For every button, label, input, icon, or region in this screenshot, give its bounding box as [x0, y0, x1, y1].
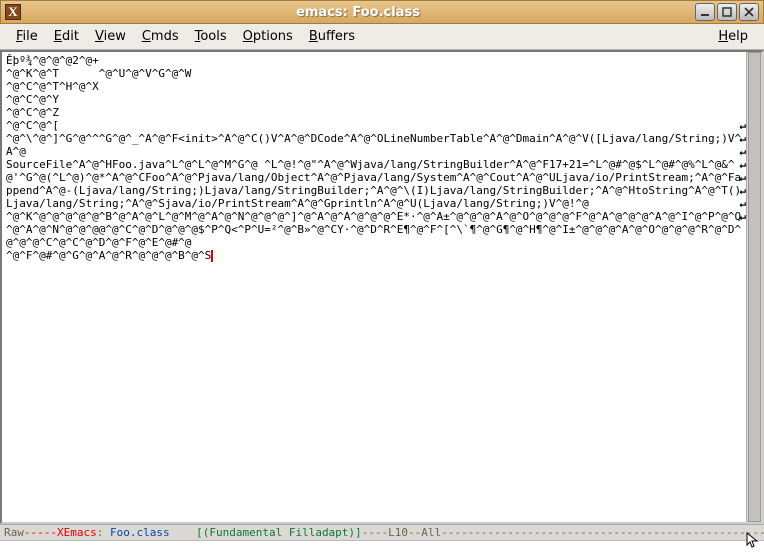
- scrollbar[interactable]: [746, 52, 762, 522]
- line-wrap-indicator: ↵: [739, 119, 746, 132]
- window-title: emacs: Foo.class: [25, 5, 691, 20]
- line-wrap-indicator: ↵: [739, 132, 746, 145]
- line-wrap-indicator: ↵: [739, 158, 746, 171]
- mode-line: Raw-----XEmacs: Foo.class [(Fundamental …: [0, 524, 764, 540]
- menu-cmds[interactable]: Cmds: [134, 26, 187, 47]
- line-wrap-indicator: ↵: [739, 171, 746, 184]
- menu-options[interactable]: Options: [235, 26, 301, 47]
- mode-sep: :: [97, 525, 110, 540]
- menu-edit[interactable]: Edit: [46, 26, 87, 47]
- line-wrap-indicator: ↵: [739, 184, 746, 197]
- minibuffer[interactable]: [0, 540, 764, 556]
- menu-view[interactable]: View: [87, 26, 134, 47]
- mode-coding-prefix: Raw: [4, 525, 24, 540]
- line-wrap-indicator: ↵: [739, 210, 746, 223]
- menu-file[interactable]: File: [8, 26, 46, 47]
- menu-bar: File Edit View Cmds Tools Options Buffer…: [0, 24, 764, 50]
- title-bar[interactable]: X emacs: Foo.class: [0, 0, 764, 24]
- menu-help[interactable]: Help: [710, 26, 756, 47]
- window: X emacs: Foo.class File Edit View Cmds T…: [0, 0, 764, 556]
- mode-spaces: [170, 525, 197, 540]
- mode-editor-name: XEmacs: [57, 525, 97, 540]
- maximize-button[interactable]: [717, 3, 737, 21]
- mode-suffix: ----L10--All----------------------------…: [362, 525, 764, 540]
- line-wrap-indicator: ↵: [739, 145, 746, 158]
- app-icon: X: [5, 4, 21, 20]
- menu-tools[interactable]: Tools: [187, 26, 235, 47]
- mode-major-modes: [(Fundamental Filladapt)]: [196, 525, 362, 540]
- window-controls: [695, 3, 759, 21]
- scroll-thumb[interactable]: [748, 52, 761, 522]
- minimize-button[interactable]: [695, 3, 715, 21]
- mode-file-name: Foo.class: [110, 525, 170, 540]
- line-wrap-indicator: ↵: [739, 197, 746, 210]
- menu-buffers[interactable]: Buffers: [301, 26, 363, 47]
- close-button[interactable]: [739, 3, 759, 21]
- mode-dashes: -----: [24, 525, 57, 540]
- content-area: Êþº¾^@^@^@2^@+ ^@^K^@^T ^@^U^@^V^G^@^W ^…: [0, 50, 764, 524]
- text-buffer[interactable]: Êþº¾^@^@^@2^@+ ^@^K^@^T ^@^U^@^V^G^@^W ^…: [2, 52, 746, 522]
